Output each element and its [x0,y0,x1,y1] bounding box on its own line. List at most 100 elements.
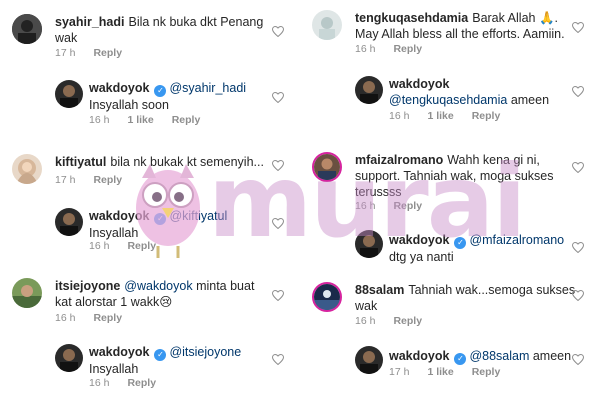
mention-link[interactable]: @wakdoyok [124,279,192,293]
heart-icon[interactable] [572,22,584,33]
timestamp[interactable]: 17 h [55,47,75,59]
username[interactable]: 88salam [355,283,404,297]
avatar-wakdoyok-image [55,208,83,236]
username[interactable]: tengkuqasehdamia [355,11,468,25]
timestamp[interactable]: 16 h [355,43,375,55]
comment-text: Insyallah [89,362,139,376]
avatar-wakdoyok-image [355,76,383,104]
username[interactable]: wakdoyok [389,233,449,247]
heart-icon[interactable] [272,354,284,365]
reply-button[interactable]: Reply [472,110,501,122]
comment-body: wakdoyok ✓ @mfaizalromano dtg ya nanti [389,232,574,265]
comment-body: tengkuqasehdamia Barak Allah 🙏. May Allah… [355,10,585,42]
avatar[interactable] [12,154,42,184]
likes-count[interactable]: 1 like [427,110,453,122]
reply-button[interactable]: Reply [127,240,156,252]
comment: 88salam Tahniah wak...semoga sukses wak 1… [300,272,600,332]
comment-body: kiftiyatul bila nk bukak kt semenyih... [55,154,270,170]
mention-link[interactable]: @itsiejoyone [169,345,241,359]
comment-body: wakdoyok ✓ @88salam ameen [389,348,579,365]
username[interactable]: syahir_hadi [55,15,124,29]
reply-button[interactable]: Reply [472,366,501,378]
avatar-stage-image [314,284,340,310]
comment-meta: 16 h Reply [355,43,440,55]
username[interactable]: wakdoyok [389,349,449,363]
comment-body: 88salam Tahniah wak...semoga sukses wak [355,282,580,314]
heart-icon[interactable] [572,242,584,253]
comment-text: Insyallah soon [89,98,169,112]
avatar[interactable] [12,14,42,44]
username[interactable]: wakdoyok [389,77,449,91]
comment: itsiejoyone @wakdoyok minta buat kat alor… [0,272,300,332]
reply-button[interactable]: Reply [393,200,422,212]
avatar-outdoor-image [12,278,42,308]
likes-count[interactable]: 1 like [127,114,153,126]
reply-button[interactable]: Reply [172,114,201,126]
comment-body: wakdoyok @tengkuqasehdamia ameen [389,76,574,108]
reply-comment: wakdoyok @tengkuqasehdamia ameen 16 h 1 l… [300,72,600,132]
comment-text: ameen [510,93,550,107]
timestamp[interactable]: 17 h [389,366,409,378]
avatar[interactable] [312,282,342,312]
timestamp[interactable]: 16 h [355,315,375,327]
reply-button[interactable]: Reply [393,315,422,327]
heart-icon[interactable] [272,160,284,171]
mention-link[interactable]: @88salam [469,349,529,363]
comment-text: bila nk bukak kt semenyih... [110,155,264,169]
reply-button[interactable]: Reply [93,312,122,324]
reply-button[interactable]: Reply [93,174,122,186]
comment-body: wakdoyok ✓ @kiftiyatul Insyallah [89,208,274,241]
comment-text: ameen [532,349,572,363]
username[interactable]: wakdoyok [89,209,149,223]
avatar[interactable] [312,152,342,182]
username[interactable]: mfaizalromano [355,153,443,167]
heart-icon[interactable] [272,26,284,37]
reply-button[interactable]: Reply [127,377,156,389]
avatar[interactable] [55,208,83,236]
heart-icon[interactable] [272,92,284,103]
timestamp[interactable]: 16 h [389,110,409,122]
avatar[interactable] [355,346,383,374]
heart-icon[interactable] [272,218,284,229]
heart-icon[interactable] [572,86,584,97]
username[interactable]: wakdoyok [89,81,149,95]
comment-text: Insyallah [89,226,139,240]
timestamp[interactable]: 16 h [89,377,109,389]
avatar-man-image [314,154,340,180]
verified-badge-icon: ✓ [154,85,167,97]
avatar[interactable] [55,80,83,108]
mention-link[interactable]: @syahir_hadi [169,81,246,95]
avatar[interactable] [312,10,342,40]
timestamp[interactable]: 16 h [355,200,375,212]
timestamp[interactable]: 17 h [55,174,75,186]
avatar[interactable] [355,76,383,104]
mention-link[interactable]: @tengkuqasehdamia [389,93,507,107]
mention-link[interactable]: @mfaizalromano [469,233,564,247]
username[interactable]: wakdoyok [89,345,149,359]
username[interactable]: kiftiyatul [55,155,106,169]
reply-button[interactable]: Reply [393,43,422,55]
avatar-wakdoyok-image [355,346,383,374]
avatar[interactable] [55,344,83,372]
reply-button[interactable]: Reply [93,47,122,59]
heart-icon[interactable] [272,290,284,301]
avatar[interactable] [12,278,42,308]
comment-meta: 16 h Reply [89,240,174,252]
mention-link[interactable]: @kiftiyatul [169,209,227,223]
comment: syahir_hadi Bila nk buka dkt Penang wak 1… [0,0,300,70]
heart-icon[interactable] [572,162,584,173]
comment-meta: 16 h Reply [55,312,140,324]
comment-meta: 16 h Reply [89,377,174,389]
heart-icon[interactable] [572,290,584,301]
timestamp[interactable]: 16 h [89,114,109,126]
reply-comment: wakdoyok ✓ @itsiejoyone Insyallah 16 h Repl… [0,340,300,396]
timestamp[interactable]: 16 h [89,240,109,252]
comment-body: wakdoyok ✓ @itsiejoyone Insyallah [89,344,274,377]
heart-icon[interactable] [572,354,584,365]
comment-text: dtg ya nanti [389,250,454,264]
timestamp[interactable]: 16 h [55,312,75,324]
likes-count[interactable]: 1 like [427,366,453,378]
comment-body: mfaizalromano Wahh kena gi ni, support. T… [355,152,580,200]
avatar[interactable] [355,230,383,258]
username[interactable]: itsiejoyone [55,279,120,293]
